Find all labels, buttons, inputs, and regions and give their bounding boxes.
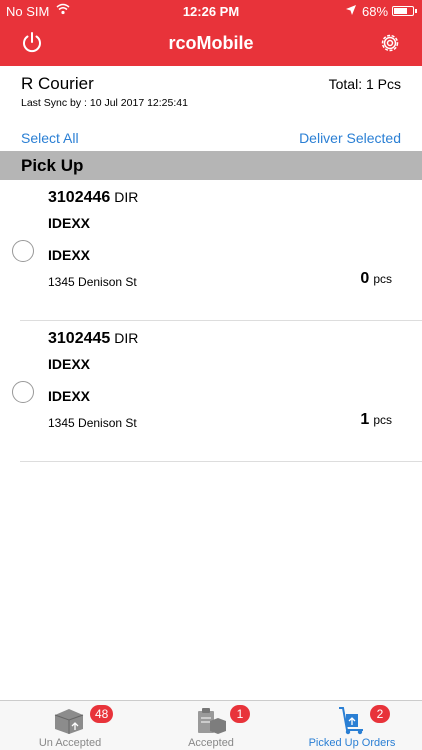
order-select-radio[interactable] [12,381,34,403]
section-header: Pick Up [0,151,422,180]
order-line2: IDEXX [48,388,91,404]
order-select-radio[interactable] [12,240,34,262]
battery-percent: 68% [362,4,389,19]
box-icon [54,709,84,734]
app-title: rcoMobile [168,33,254,53]
order-qty-value: 1 [360,411,370,428]
tab-un-accepted[interactable]: 48 Un Accepted [0,701,140,750]
order-quantity: 0 pcs [360,270,392,288]
tab-badge: 2 [370,705,390,723]
gear-icon[interactable] [378,31,402,55]
order-row[interactable]: 3102446 DIR IDEXX IDEXX 1345 Denison St 0… [0,180,422,321]
order-line1: IDEXX [48,215,91,231]
hand-truck-icon [339,707,363,735]
tab-picked-up-orders[interactable]: 2 Picked Up Orders [282,701,422,750]
order-number: 3102445 [48,330,111,347]
order-quantity: 1 pcs [360,411,392,429]
order-address: 1345 Denison St [48,275,137,289]
order-number-line: 3102445 DIR [48,330,138,348]
last-sync: Last Sync by : 10 Jul 2017 12:25:41 [21,97,188,109]
tab-label: Accepted [188,737,234,749]
order-type: DIR [114,189,139,205]
app-header: No SIM 12:26 PM 68% rcoMobile [0,0,422,66]
order-qty-value: 0 [360,270,370,287]
tab-label: Un Accepted [38,737,102,749]
courier-name: R Courier [21,74,94,93]
location-arrow-icon [346,5,356,15]
select-all-button[interactable]: Select All [21,130,79,146]
tab-badge: 1 [230,705,250,723]
battery-icon [392,6,414,16]
order-number: 3102446 [48,189,111,206]
deliver-selected-button[interactable]: Deliver Selected [299,130,401,146]
clipboard-box-icon [198,708,226,734]
order-number-line: 3102446 DIR [48,189,138,207]
status-bar: No SIM 12:26 PM 68% [0,0,422,22]
total-pieces: Total: 1 Pcs [328,76,401,92]
order-line2: IDEXX [48,247,91,263]
order-qty-unit: pcs [373,272,392,286]
order-row[interactable]: 3102445 DIR IDEXX IDEXX 1345 Denison St 1… [0,321,422,462]
status-time: 12:26 PM [182,4,240,19]
tab-badge: 48 [90,705,114,723]
order-qty-unit: pcs [373,413,392,427]
tab-label: Picked Up Orders [308,737,396,749]
tab-bar: 48 Un Accepted 1 Accepted 2 Picked Up Or… [0,700,422,750]
section-title: Pick Up [21,156,84,175]
order-type: DIR [114,330,139,346]
order-address: 1345 Denison St [48,416,137,430]
courier-info: R Courier Total: 1 Pcs Last Sync by : 10… [0,66,422,151]
tab-accepted[interactable]: 1 Accepted [141,701,281,750]
order-line1: IDEXX [48,356,91,372]
